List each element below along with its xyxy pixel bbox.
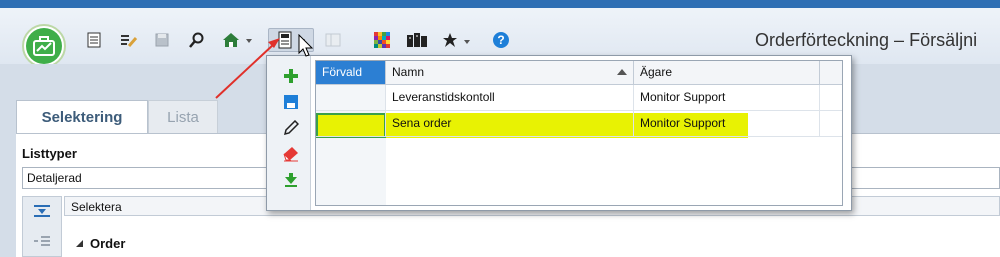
window-top-stripe — [0, 0, 1000, 8]
books-icon[interactable] — [404, 28, 430, 52]
column-header-agare[interactable]: Ägare — [634, 61, 820, 85]
list-icon[interactable] — [84, 28, 104, 52]
disabled-panel-icon — [322, 28, 344, 52]
list-layout-popup: Förvald Namn Ägare Leveranstidskontoll M… — [266, 55, 852, 211]
mouse-cursor-icon — [298, 33, 314, 61]
save-icon[interactable] — [152, 28, 172, 52]
grid-side-toolbar — [22, 196, 62, 257]
window-title: Orderförteckning – Försäljni — [755, 30, 978, 50]
expand-all-icon[interactable] — [33, 205, 51, 220]
order-group-label: Order — [90, 236, 126, 251]
listtyper-label: Listtyper — [22, 146, 77, 161]
help-icon[interactable]: ? — [490, 28, 512, 52]
search-icon[interactable] — [186, 28, 208, 52]
briefcase-chart-icon — [26, 28, 62, 64]
home-icon[interactable] — [220, 28, 256, 52]
tab-selektering[interactable]: Selektering — [16, 100, 148, 134]
table-row-selected[interactable]: Sena order Monitor Support — [316, 111, 842, 137]
delete-icon[interactable] — [281, 144, 301, 164]
star-icon[interactable] — [440, 28, 476, 52]
add-icon[interactable] — [281, 66, 301, 86]
listtyper-select[interactable]: Detaljerad — [22, 167, 272, 189]
color-grid-icon[interactable] — [372, 28, 392, 52]
tab-lista[interactable]: Lista — [148, 100, 218, 134]
edit-icon[interactable] — [281, 118, 301, 138]
column-header-forvald[interactable]: Förvald — [316, 61, 386, 85]
order-group-row[interactable]: Order — [76, 236, 125, 251]
cell-namn: Sena order — [386, 111, 634, 136]
table-row[interactable]: Leveranstidskontoll Monitor Support — [316, 85, 842, 111]
edit-list-icon[interactable] — [118, 28, 140, 52]
listtyper-select-extension — [850, 167, 1000, 189]
column-header-namn[interactable]: Namn — [386, 61, 634, 85]
cell-agare: Monitor Support — [634, 111, 820, 136]
collapse-triangle-icon[interactable] — [76, 239, 84, 248]
popup-action-bar — [267, 56, 311, 210]
cell-agare: Monitor Support — [634, 85, 820, 110]
layout-table: Förvald Namn Ägare Leveranstidskontoll M… — [315, 60, 843, 206]
column-header-namn-label: Namn — [392, 65, 425, 79]
cell-namn: Leveranstidskontoll — [386, 85, 634, 110]
cell-forvald[interactable] — [316, 111, 386, 136]
app-logo[interactable] — [22, 24, 66, 68]
download-icon[interactable] — [281, 170, 301, 190]
svg-text:?: ? — [497, 33, 504, 47]
cell-forvald[interactable] — [316, 85, 386, 110]
column-header-filler — [820, 61, 842, 85]
sort-ascending-icon — [617, 69, 627, 75]
indent-icon[interactable] — [33, 235, 51, 250]
save-icon[interactable] — [281, 92, 301, 112]
